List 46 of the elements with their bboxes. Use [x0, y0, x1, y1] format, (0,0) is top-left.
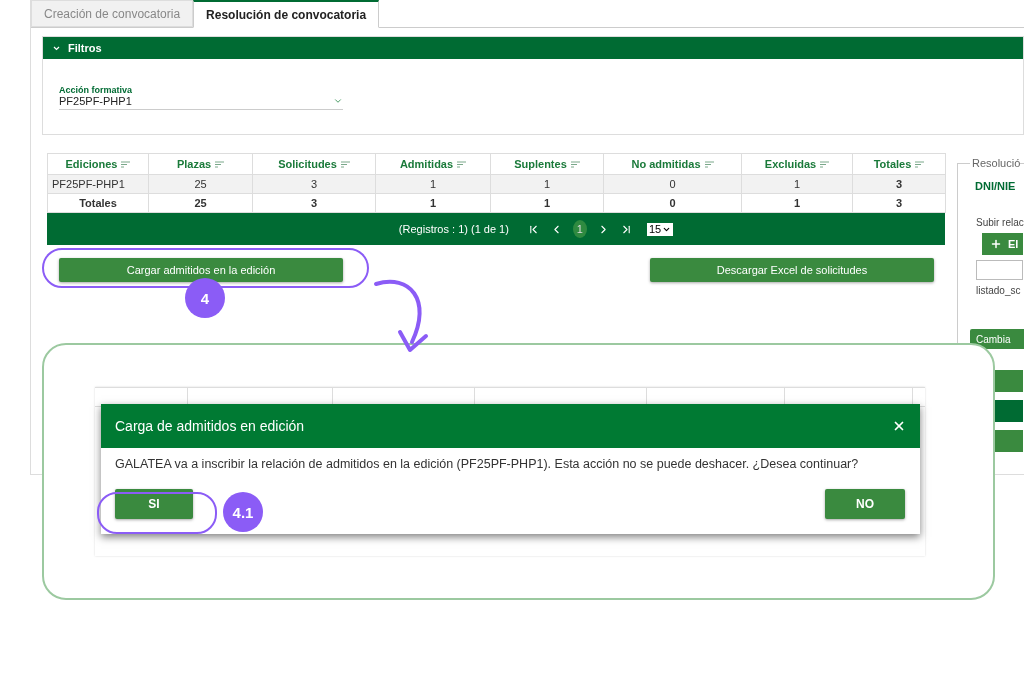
sort-icon[interactable]	[215, 160, 225, 168]
file-name: listado_sc	[976, 285, 1022, 296]
change-button[interactable]: Cambia	[970, 329, 1024, 349]
column-header[interactable]: Ediciones	[47, 153, 149, 175]
column-header[interactable]: Plazas	[148, 153, 253, 175]
action-button[interactable]: Cargar admitidos en la edición	[59, 258, 343, 282]
filter-title: Filtros	[68, 42, 102, 54]
column-header[interactable]: No admitidas	[603, 153, 742, 175]
tab[interactable]: Creación de convocatoria	[31, 0, 194, 27]
field-label: Acción formativa	[59, 85, 134, 95]
dialog-button[interactable]: NO	[825, 489, 905, 519]
sort-icon[interactable]	[570, 160, 580, 168]
column-header[interactable]: Totales	[852, 153, 946, 175]
sort-icon[interactable]	[121, 160, 131, 168]
sort-icon[interactable]	[457, 160, 467, 168]
plus-icon	[990, 238, 1002, 250]
chevron-down-icon	[333, 96, 343, 106]
add-file-button[interactable]: El	[982, 233, 1023, 255]
dialog-message: GALATEA va a inscribir la relación de admitidos en la edición (PF25PF-PHP1). Esta acción no se puede deshacer. ¿Desea continuar?	[114, 456, 860, 471]
tab[interactable]: Resolución de convocatoria	[193, 0, 380, 28]
side-button[interactable]	[994, 430, 1023, 452]
page-number[interactable]: 1	[572, 220, 587, 238]
sort-icon[interactable]	[820, 160, 830, 168]
records-text: (Registros : 1) (1 de 1)	[398, 223, 509, 235]
step-badge: 4	[185, 278, 225, 318]
column-header[interactable]: Admitidas	[375, 153, 491, 175]
sort-icon[interactable]	[915, 160, 925, 168]
column-header[interactable]: Excluidas	[741, 153, 853, 175]
file-input[interactable]	[976, 260, 1023, 280]
close-icon[interactable]	[892, 419, 906, 433]
dialog-button[interactable]: SI	[115, 489, 193, 519]
side-button[interactable]	[994, 400, 1023, 422]
side-button[interactable]	[994, 370, 1023, 392]
field-label: DNI/NIE	[975, 180, 1016, 192]
page-size-select[interactable]: 15	[646, 222, 674, 236]
upload-label: Subir relac	[976, 217, 1024, 228]
action-select[interactable]: Acción formativa PF25PF-PHP1	[59, 85, 343, 110]
column-header[interactable]: Suplentes	[490, 153, 604, 175]
filter-header[interactable]: Filtros	[43, 37, 1023, 59]
sort-icon[interactable]	[340, 160, 350, 168]
column-header[interactable]: Solicitudes	[252, 153, 376, 175]
select-value: PF25PF-PHP1	[59, 95, 132, 107]
action-button[interactable]: Descargar Excel de solicitudes	[650, 258, 934, 282]
sort-icon[interactable]	[704, 160, 714, 168]
dialog-title: Carga de admitidos en edición	[115, 418, 305, 434]
fieldset-legend: Resolució	[970, 157, 1021, 169]
